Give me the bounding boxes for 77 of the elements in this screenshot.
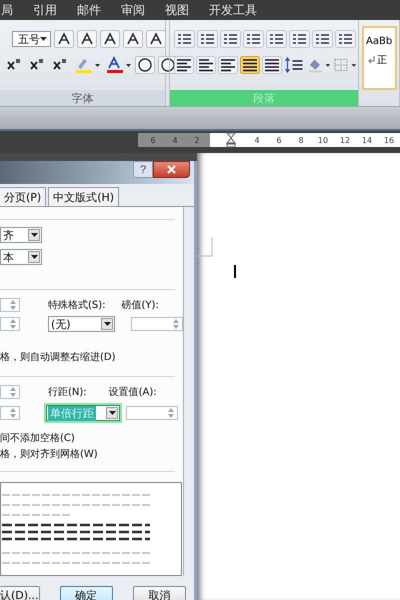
group-label: 段落 [170, 90, 358, 106]
ruler-number: 16 [382, 136, 396, 144]
checkbox-label[interactable]: 格，则对齐到网格(W) [0, 447, 183, 461]
ruler-number: 10 [316, 136, 330, 144]
paragraph-icon[interactable] [174, 30, 195, 48]
ruler-number: 6 [275, 136, 283, 144]
align-icon[interactable] [196, 56, 216, 74]
field-label: 特殊格式(S): [48, 298, 106, 312]
paragraph-mark-icon [368, 56, 375, 64]
style-sample: AaBb [366, 36, 393, 47]
ribbon-tab[interactable]: 局 [1, 2, 13, 18]
text-cursor [234, 265, 236, 278]
paragraph-icon[interactable] [289, 30, 310, 48]
dialog-button[interactable]: 确定 [60, 586, 113, 600]
ribbon-tab[interactable]: 邮件 [77, 2, 101, 18]
spin-field[interactable] [126, 406, 178, 420]
format-icon[interactable] [100, 30, 120, 48]
field-label: 设置值(A): [108, 386, 157, 399]
ruler-number: 14 [360, 136, 374, 144]
caret-icon [40, 37, 47, 41]
align-icon[interactable] [262, 56, 282, 74]
format-icon[interactable] [123, 30, 143, 48]
spin-arrows-icon [9, 386, 17, 398]
character-icon[interactable] [135, 56, 155, 74]
ruler-number: 4 [171, 136, 179, 144]
paragraph-icon[interactable] [312, 30, 333, 48]
spin-arrows-icon [9, 407, 17, 419]
dialog-button[interactable]: 认(D)... [0, 586, 40, 600]
format-icon[interactable] [146, 30, 166, 48]
font-color-icon[interactable] [104, 56, 132, 74]
style-name: 正 [377, 54, 387, 67]
ruler-number: 8 [297, 136, 305, 144]
dialog-button[interactable]: 取消 [132, 586, 186, 600]
style-tile[interactable]: AaBb 正 [362, 26, 397, 90]
dialog-tab[interactable]: 中文版式(H) [48, 187, 120, 206]
special-indent-dropdown[interactable]: (无) [48, 316, 115, 332]
indent-marker-icon[interactable] [226, 132, 236, 148]
dialog-tab[interactable]: 分页(P) [0, 187, 46, 206]
checkbox-label[interactable]: 格，则自动调整右缩进(D) [0, 350, 183, 364]
align-icon[interactable] [174, 56, 194, 74]
close-icon [167, 165, 176, 174]
spin-arrows-icon [167, 407, 175, 419]
spin-arrows-icon [9, 318, 17, 330]
spin-field[interactable] [0, 385, 20, 399]
ribbon-tab[interactable]: 视图 [165, 2, 189, 18]
paragraph-icon[interactable] [220, 30, 241, 48]
spin-field[interactable] [0, 317, 20, 331]
align-icon[interactable] [240, 56, 260, 74]
align-icon[interactable] [218, 56, 238, 74]
group-label: 字体 [0, 90, 165, 106]
alignment-dropdown[interactable]: 齐 [0, 227, 42, 243]
spin-field[interactable] [0, 298, 20, 312]
ruler-number: 6 [149, 136, 157, 144]
spin-arrows-icon [9, 299, 17, 311]
close-button[interactable] [153, 161, 190, 178]
ruler-number: 2 [193, 136, 201, 144]
paragraph-icon[interactable] [197, 30, 218, 48]
paragraph-icon[interactable] [266, 30, 287, 48]
outline-level-dropdown[interactable]: 本 [0, 249, 42, 265]
ribbon-tab[interactable]: 审阅 [121, 2, 145, 18]
help-button[interactable]: ? [133, 161, 153, 178]
paragraph-icon[interactable] [335, 30, 356, 48]
paragraph-icon[interactable] [243, 30, 264, 48]
format-icon[interactable] [54, 30, 74, 48]
ruler-number: 12 [338, 136, 352, 144]
ruler-number: 4 [253, 136, 261, 144]
spin-field[interactable] [0, 406, 20, 420]
ribbon-tab[interactable]: 引用 [33, 2, 57, 18]
ribbon-tab[interactable]: 开发工具 [209, 2, 257, 18]
field-label: 磅值(Y): [122, 298, 159, 312]
checkbox-label[interactable]: 间不添加空格(C) [0, 431, 183, 445]
margin-corner-mark [197, 237, 213, 257]
field-label: 行距(N): [48, 386, 87, 399]
format-icon[interactable] [77, 30, 97, 48]
font-size-field[interactable]: 五号 [12, 31, 51, 47]
spin-arrows-icon [172, 318, 180, 330]
spin-field[interactable] [131, 317, 183, 331]
